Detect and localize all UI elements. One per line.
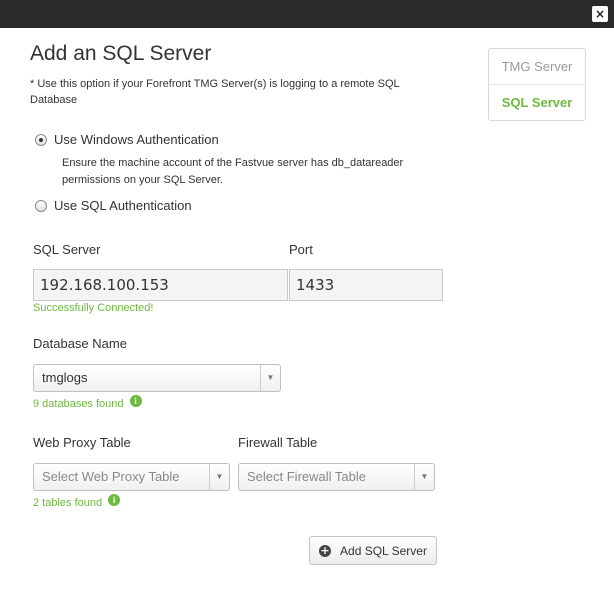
info-icon[interactable]: i [108, 494, 121, 506]
connection-status: Successfully Connected! [33, 302, 154, 314]
sql-auth-label: Use SQL Authentication [54, 198, 192, 213]
close-icon[interactable]: × [592, 6, 608, 22]
chevron-down-icon: ▼ [414, 464, 434, 490]
windows-auth-label: Use Windows Authentication [54, 132, 219, 147]
server-type-tabs: TMG Server SQL Server [488, 48, 586, 121]
dialog-title: Add an SQL Server [30, 42, 212, 65]
dialog-note: * Use this option if your Forefront TMG … [30, 78, 400, 106]
database-select[interactable]: tmglogs ▼ [33, 364, 281, 392]
firewall-placeholder: Select Firewall Table [247, 469, 366, 484]
sql-server-label: SQL Server [33, 242, 101, 257]
add-sql-server-label: Add SQL Server [340, 543, 427, 558]
chevron-down-icon: ▼ [209, 464, 229, 490]
windows-auth-option[interactable]: Use Windows Authentication [35, 132, 219, 147]
sql-server-input[interactable]: 192.168.100.153 [33, 269, 288, 301]
tables-found: 2 tables found i [33, 494, 121, 509]
databases-found-text: 9 databases found [33, 398, 124, 410]
tab-tmg-server[interactable]: TMG Server [489, 49, 585, 85]
chevron-down-icon: ▼ [260, 365, 280, 391]
database-name-label: Database Name [33, 336, 127, 351]
window-titlebar: × [0, 0, 614, 28]
web-proxy-table-label: Web Proxy Table [33, 435, 131, 450]
database-selected-value: tmglogs [42, 370, 88, 385]
tables-found-text: 2 tables found [33, 497, 103, 509]
web-proxy-placeholder: Select Web Proxy Table [42, 469, 180, 484]
sql-auth-option[interactable]: Use SQL Authentication [35, 198, 192, 213]
sql-auth-radio[interactable] [35, 199, 47, 212]
plus-circle-icon: + [319, 543, 332, 557]
tab-sql-server[interactable]: SQL Server [489, 85, 585, 120]
add-sql-server-button[interactable]: + Add SQL Server [309, 536, 437, 565]
web-proxy-table-select[interactable]: Select Web Proxy Table ▼ [33, 463, 230, 491]
firewall-table-label: Firewall Table [238, 435, 318, 450]
windows-auth-description: Ensure the machine account of the Fastvu… [62, 157, 404, 186]
port-label: Port [289, 242, 313, 257]
windows-auth-radio[interactable] [35, 133, 47, 146]
info-icon[interactable]: i [129, 395, 142, 407]
port-input[interactable]: 1433 [289, 269, 443, 301]
databases-found: 9 databases found i [33, 395, 142, 410]
firewall-table-select[interactable]: Select Firewall Table ▼ [238, 463, 435, 491]
